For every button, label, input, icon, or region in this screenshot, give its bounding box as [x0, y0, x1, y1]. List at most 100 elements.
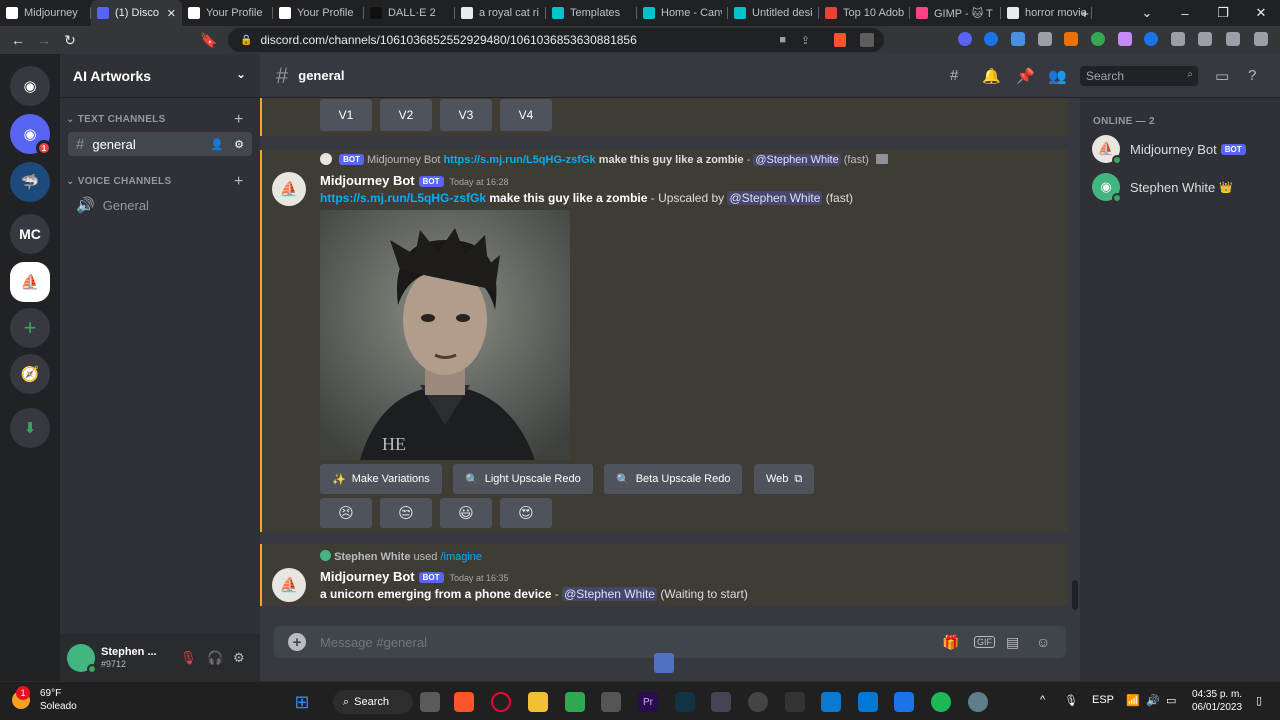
share-icon[interactable]: ⇪	[801, 34, 810, 47]
gift-icon[interactable]: 🎁	[942, 634, 959, 651]
add-server-icon[interactable]: +	[10, 308, 50, 348]
server-icon[interactable]: ◉ 1	[10, 114, 52, 156]
download-icon[interactable]: ⬇	[10, 408, 50, 448]
server-mc[interactable]: MC	[10, 214, 50, 254]
browser-tab[interactable]: Home - Canv	[637, 0, 728, 26]
reaction-button[interactable]: 😒	[380, 498, 432, 528]
system-clock[interactable]: 04:35 p. m. 06/01/2023	[1192, 688, 1242, 714]
file-explorer-icon[interactable]	[528, 692, 548, 712]
members-icon[interactable]: 👥	[1048, 67, 1067, 85]
extension-icon[interactable]	[1064, 32, 1078, 46]
search-input[interactable]: Search ⌕	[1080, 66, 1198, 86]
emoji-icon[interactable]: ☺	[1036, 634, 1050, 650]
taskbar-search[interactable]: ⌕ Search	[333, 690, 413, 714]
user-mention[interactable]: @Stephen White	[727, 191, 823, 205]
opera-icon[interactable]	[491, 692, 511, 712]
inbox-icon[interactable]: ▭	[1215, 67, 1229, 85]
menu-icon[interactable]	[1254, 32, 1268, 46]
invite-icon[interactable]: 👤	[210, 138, 224, 151]
brave-shield-icon[interactable]	[834, 33, 846, 47]
chevron-down-icon[interactable]: ⌄	[236, 67, 246, 81]
premiere-icon[interactable]: Pr	[638, 692, 658, 712]
text-channels-category[interactable]: ⌄ TEXT CHANNELS +	[66, 111, 243, 128]
app-icon[interactable]	[711, 692, 731, 712]
extension-icon[interactable]	[1091, 32, 1105, 46]
translate-icon[interactable]	[654, 653, 674, 673]
app-icon[interactable]	[894, 692, 914, 712]
minimize-icon[interactable]: –	[1166, 0, 1204, 26]
author-name[interactable]: Midjourney Bot	[320, 569, 415, 584]
member-item[interactable]: ⛵ Midjourney Bot BOT	[1092, 134, 1246, 165]
back-icon[interactable]: ←	[5, 27, 31, 53]
reply-reference[interactable]: BOT Midjourney Bot https://s.mj.run/L5qH…	[320, 153, 888, 166]
app-icon[interactable]	[821, 692, 841, 712]
variation-button-v4[interactable]: V4	[500, 99, 552, 131]
language-indicator[interactable]: ESP	[1092, 694, 1114, 706]
browser-tab[interactable]: Midjourney	[0, 0, 91, 26]
microphone-icon[interactable]: 🎙	[1064, 694, 1078, 707]
extension-icon[interactable]	[1144, 32, 1158, 46]
user-settings-icon[interactable]: ⚙	[233, 650, 245, 666]
forward-icon[interactable]: →	[31, 27, 57, 53]
browser-tab[interactable]: Untitled desi	[728, 0, 819, 26]
browser-tab[interactable]: Your Profile	[273, 0, 364, 26]
author-name[interactable]: Midjourney Bot	[320, 173, 415, 188]
maximize-icon[interactable]: ❐	[1204, 0, 1242, 26]
browser-tab[interactable]: GIMP - 🐱 T	[910, 0, 1001, 26]
wifi-icon[interactable]: 📶	[1126, 694, 1140, 707]
capcut-icon[interactable]	[785, 692, 805, 712]
app-icon[interactable]	[601, 692, 621, 712]
bell-icon[interactable]: 🔔	[982, 67, 1001, 85]
app-icon[interactable]	[675, 692, 695, 712]
make-variations-button[interactable]: ✨ Make Variations	[320, 464, 442, 494]
settings-icon[interactable]	[968, 692, 988, 712]
command-reference[interactable]: Stephen White used /imagine	[320, 550, 482, 563]
light-upscale-redo-button[interactable]: 🔍 Light Upscale Redo	[453, 464, 593, 494]
discord-home-icon[interactable]: ◉	[10, 66, 50, 106]
gif-icon[interactable]: GIF	[974, 636, 995, 648]
threads-icon[interactable]: #	[950, 67, 958, 84]
server-header[interactable]: AI Artworks ⌄	[60, 54, 260, 98]
beta-upscale-redo-button[interactable]: 🔍 Beta Upscale Redo	[604, 464, 743, 494]
mute-mic-icon[interactable]: 🎙	[180, 650, 197, 666]
explore-icon[interactable]: 🧭	[10, 354, 50, 394]
brave-icon[interactable]	[454, 692, 474, 712]
camera-icon[interactable]: ■	[779, 34, 786, 46]
chrome-icon[interactable]	[748, 692, 768, 712]
browser-tab[interactable]: (1) Disco ✕	[91, 0, 182, 26]
volume-icon[interactable]: 🔊	[1146, 694, 1160, 707]
server-icon[interactable]: 🦈	[10, 162, 50, 202]
variation-button-v2[interactable]: V2	[380, 99, 432, 131]
spotify-icon[interactable]	[931, 692, 951, 712]
variation-button-v1[interactable]: V1	[320, 99, 372, 131]
pin-icon[interactable]: 📌	[1016, 67, 1035, 85]
new-tab-icon[interactable]: +	[1066, 0, 1104, 26]
avatar[interactable]: ⛵	[272, 172, 306, 206]
add-channel-icon[interactable]: +	[234, 111, 244, 129]
notifications-icon[interactable]: ▯	[1256, 694, 1262, 707]
browser-tab[interactable]: Templates	[546, 0, 637, 26]
extension-icon[interactable]	[984, 32, 998, 46]
url-bar[interactable]: 🔒 discord.com/channels/10610368525529294…	[228, 28, 884, 52]
extension-icon[interactable]	[1118, 32, 1132, 46]
voice-channel-general[interactable]: 🔊 General	[68, 193, 252, 217]
task-view-icon[interactable]	[420, 692, 440, 712]
browser-tab[interactable]: DALL·E 2	[364, 0, 455, 26]
variation-button-v3[interactable]: V3	[440, 99, 492, 131]
avatar[interactable]: ⛵	[272, 568, 306, 602]
close-window-icon[interactable]: ✕	[1242, 0, 1280, 26]
reload-icon[interactable]: ↻	[57, 27, 83, 53]
midjourney-server-icon[interactable]: ⛵	[10, 262, 50, 302]
sidebar-icon[interactable]	[1198, 32, 1212, 46]
close-tab-icon[interactable]: ✕	[167, 7, 176, 20]
add-channel-icon[interactable]: +	[234, 173, 244, 191]
user-mention[interactable]: @Stephen White	[562, 587, 657, 601]
avatar[interactable]	[67, 643, 97, 674]
extension-icon[interactable]	[1011, 32, 1025, 46]
wallet-icon[interactable]	[1226, 32, 1240, 46]
extension-icon[interactable]	[1038, 32, 1052, 46]
store-icon[interactable]	[858, 692, 878, 712]
brave-rewards-icon[interactable]	[860, 33, 874, 47]
scrollbar[interactable]	[1072, 580, 1078, 610]
battery-icon[interactable]: ▭	[1166, 694, 1176, 707]
